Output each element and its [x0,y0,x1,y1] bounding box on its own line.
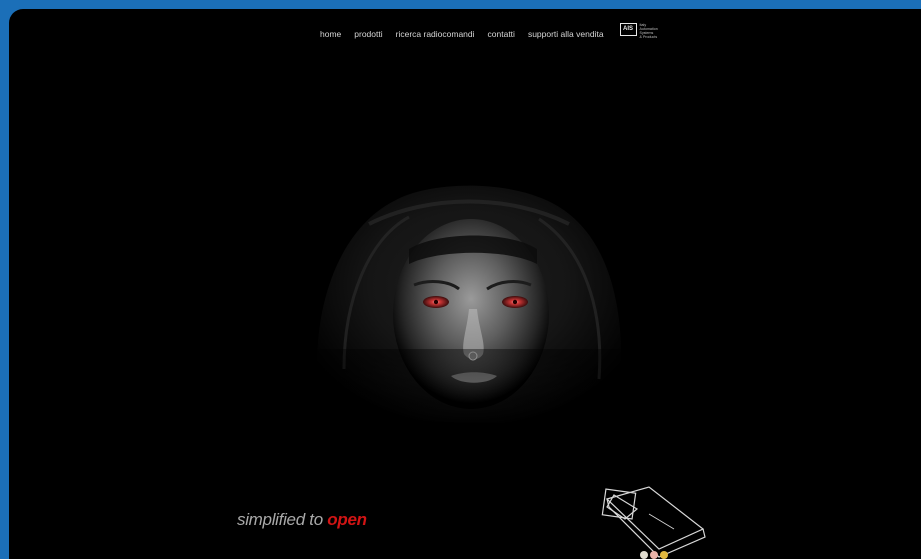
nav-home[interactable]: home [320,29,341,39]
nav-contatti[interactable]: contatti [488,29,515,39]
tagline-prefix: simplified to [237,510,328,529]
main-nav: home prodotti ricerca radiocomandi conta… [320,22,658,39]
logo-text: Italy Automation Systems & Products [639,22,658,39]
nav-supporti-alla-vendita[interactable]: supporti alla vendita [528,29,604,39]
slider-dot[interactable] [660,551,668,559]
nav-ricerca-radiocomandi[interactable]: ricerca radiocomandi [396,29,475,39]
logo-mark: AIS [619,22,637,36]
hero-image [309,185,706,558]
page-frame: home prodotti ricerca radiocomandi conta… [9,9,921,559]
slider-dot[interactable] [650,551,658,559]
company-logo[interactable]: AIS Italy Automation Systems & Products [619,22,658,39]
remote-device-image [601,486,706,558]
nav-prodotti[interactable]: prodotti [354,29,382,39]
slider-dots [640,551,670,559]
tagline-highlight: open [327,510,367,529]
tagline: simplified to open [237,510,367,530]
slider-dot[interactable] [640,551,648,559]
